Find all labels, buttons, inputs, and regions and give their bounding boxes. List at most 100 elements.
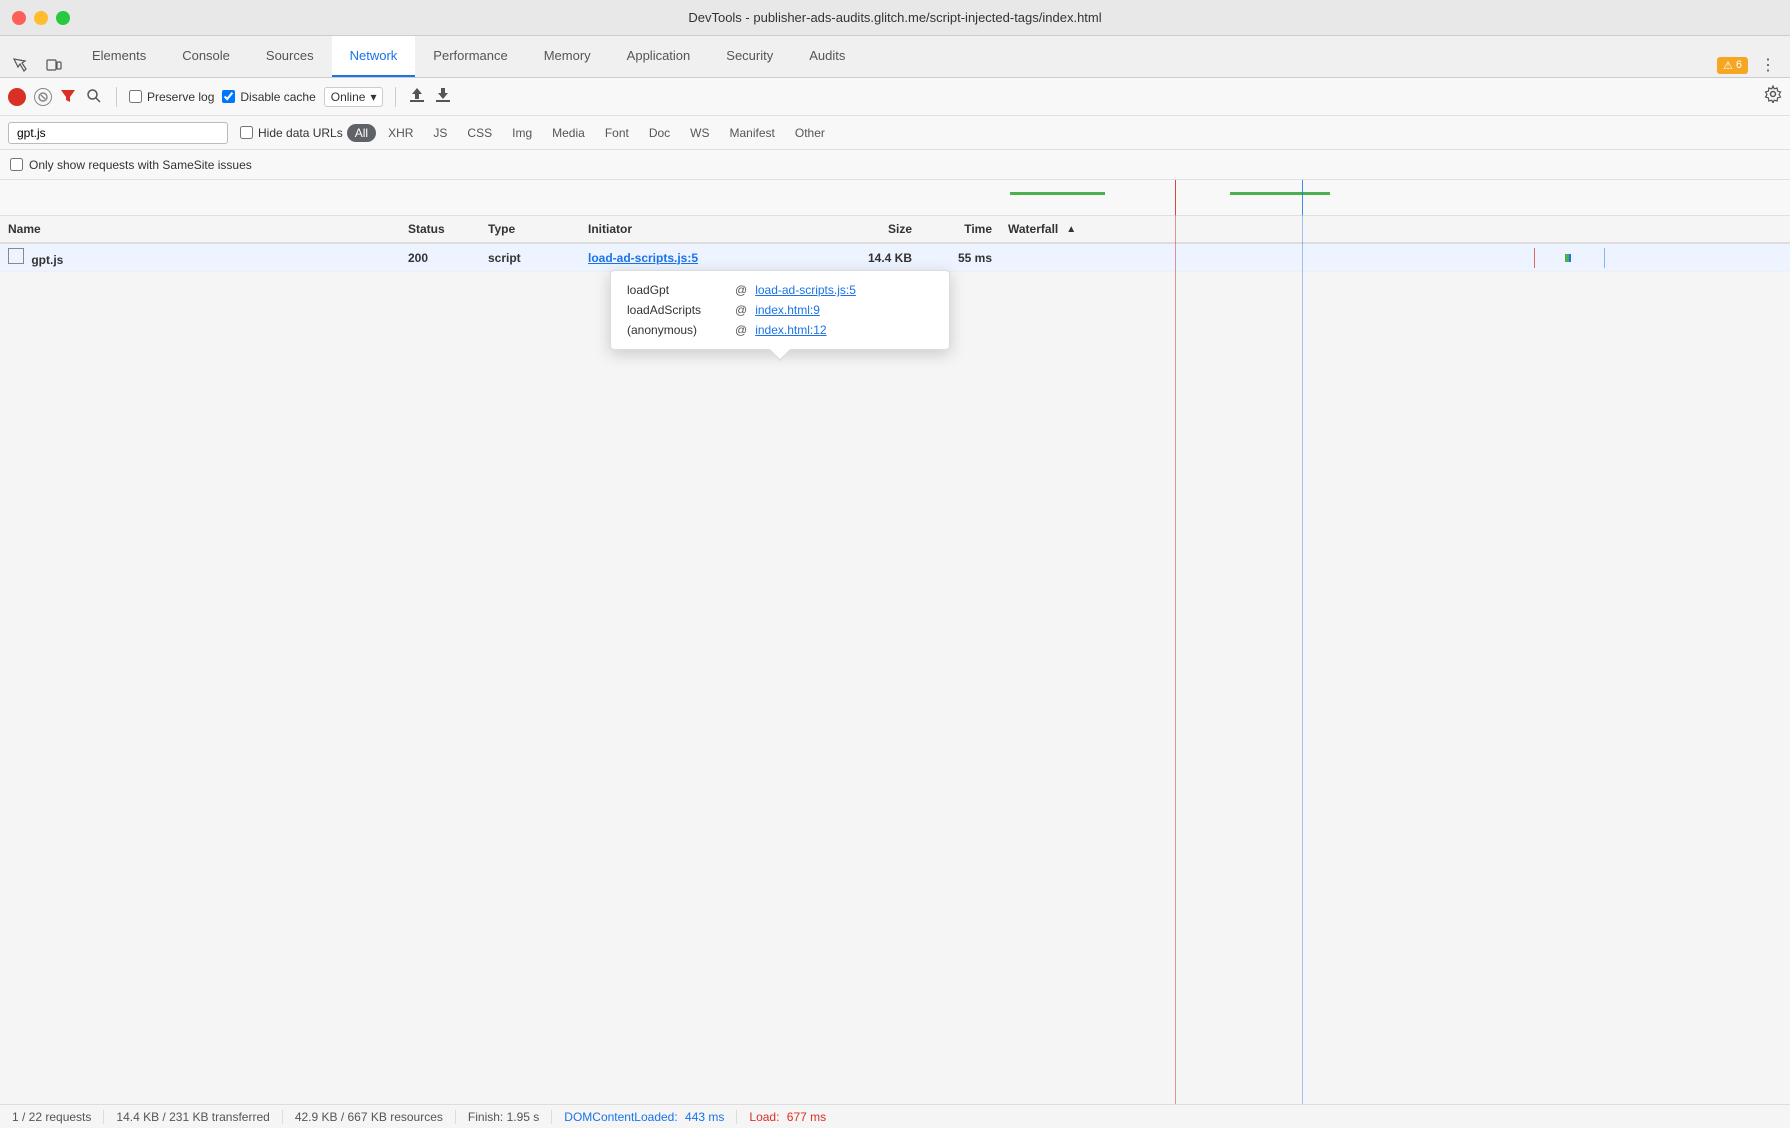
tab-performance[interactable]: Performance <box>415 36 525 77</box>
sort-asc-icon: ▲ <box>1066 224 1076 235</box>
filter-doc-button[interactable]: Doc <box>641 124 678 142</box>
warning-count: 6 <box>1736 59 1742 71</box>
samesite-row: Only show requests with SameSite issues <box>0 150 1790 180</box>
table-row[interactable]: gpt.js 200 script load-ad-scripts.js:5 1… <box>0 244 1790 272</box>
settings-icon[interactable] <box>1764 85 1782 108</box>
column-type[interactable]: Type <box>480 222 580 236</box>
column-name[interactable]: Name <box>0 222 400 236</box>
toolbar: Preserve log Disable cache Online ▾ <box>0 78 1790 116</box>
filter-img-button[interactable]: Img <box>504 124 540 142</box>
disable-cache-checkbox[interactable] <box>222 90 235 103</box>
requests-count: 1 / 22 requests <box>12 1110 104 1124</box>
tab-right-area: ⚠ 6 ⋮ <box>1717 53 1790 77</box>
popup-arrow <box>770 349 790 359</box>
callstack-at-0: @ <box>735 283 747 297</box>
tick-1400: 1400 ms <box>1498 215 1536 216</box>
filter-manifest-button[interactable]: Manifest <box>722 124 783 142</box>
tab-network[interactable]: Network <box>332 36 416 77</box>
divider <box>116 87 117 107</box>
statusbar: 1 / 22 requests 14.4 KB / 231 KB transfe… <box>0 1104 1790 1128</box>
callstack-at-1: @ <box>735 303 747 317</box>
filter-all-button[interactable]: All <box>347 124 376 142</box>
record-button[interactable] <box>8 88 26 106</box>
tick-600: 600 ms <box>1166 215 1199 216</box>
filter-row: Hide data URLs All XHR JS CSS Img Media … <box>0 116 1790 150</box>
chevron-down-icon: ▾ <box>370 90 376 104</box>
column-initiator[interactable]: Initiator <box>580 222 820 236</box>
callstack-entry-1: loadAdScripts @ index.html:9 <box>627 303 933 317</box>
network-throttle-select[interactable]: Online ▾ <box>324 87 384 107</box>
dom-loaded-line <box>1302 180 1303 1104</box>
callstack-func-1: loadAdScripts <box>627 303 727 317</box>
window-title: DevTools - publisher-ads-audits.glitch.m… <box>688 10 1101 25</box>
devtools-icons <box>0 53 74 77</box>
preserve-log-label[interactable]: Preserve log <box>129 90 214 104</box>
tick-400: 400 ms <box>1083 215 1116 216</box>
filter-ws-button[interactable]: WS <box>682 124 717 142</box>
tick-200: 200 ms <box>1000 215 1033 216</box>
export-icon[interactable] <box>434 86 452 107</box>
tab-elements[interactable]: Elements <box>74 36 164 77</box>
warning-badge[interactable]: ⚠ 6 <box>1717 57 1748 74</box>
device-icon[interactable] <box>42 53 66 77</box>
preserve-log-checkbox[interactable] <box>129 90 142 103</box>
hide-data-urls-label[interactable]: Hide data URLs <box>240 126 343 140</box>
maximize-button[interactable] <box>56 11 70 25</box>
load-status: Load: 677 ms <box>737 1110 838 1124</box>
filter-icon[interactable] <box>60 88 78 106</box>
filter-media-button[interactable]: Media <box>544 124 593 142</box>
cell-status: 200 <box>400 251 480 265</box>
hide-data-urls-checkbox[interactable] <box>240 126 253 139</box>
search-icon[interactable] <box>86 88 104 106</box>
minimize-button[interactable] <box>34 11 48 25</box>
stop-button[interactable] <box>34 88 52 106</box>
timeline-header: 200 ms 400 ms 600 ms 800 ms 1000 ms 1200… <box>0 180 1790 216</box>
column-waterfall[interactable]: Waterfall ▲ <box>1000 222 1790 236</box>
callstack-at-2: @ <box>735 323 747 337</box>
close-button[interactable] <box>12 11 26 25</box>
search-input[interactable] <box>8 122 228 144</box>
callstack-link-0[interactable]: load-ad-scripts.js:5 <box>755 283 856 297</box>
disable-cache-label[interactable]: Disable cache <box>222 90 315 104</box>
column-status[interactable]: Status <box>400 222 480 236</box>
callstack-func-2: (anonymous) <box>627 323 727 337</box>
tab-audits[interactable]: Audits <box>791 36 863 77</box>
callstack-popup: loadGpt @ load-ad-scripts.js:5 loadAdScr… <box>610 270 950 350</box>
transferred-size: 14.4 KB / 231 KB transferred <box>104 1110 282 1124</box>
load-line <box>1175 180 1176 1104</box>
titlebar: DevTools - publisher-ads-audits.glitch.m… <box>0 0 1790 36</box>
filter-js-button[interactable]: JS <box>425 124 455 142</box>
filter-font-button[interactable]: Font <box>597 124 637 142</box>
tabbar: Elements Console Sources Network Perform… <box>0 36 1790 78</box>
warning-icon: ⚠ <box>1723 59 1733 72</box>
main-content: 200 ms 400 ms 600 ms 800 ms 1000 ms 1200… <box>0 180 1790 1104</box>
cell-initiator: load-ad-scripts.js:5 <box>580 251 820 265</box>
tab-application[interactable]: Application <box>609 36 709 77</box>
tick-1200: 1200 ms <box>1415 215 1453 216</box>
import-icon[interactable] <box>408 86 426 107</box>
finish-time: Finish: 1.95 s <box>456 1110 552 1124</box>
divider2 <box>395 87 396 107</box>
callstack-func-0: loadGpt <box>627 283 727 297</box>
callstack-link-1[interactable]: index.html:9 <box>755 303 820 317</box>
callstack-entry-2: (anonymous) @ index.html:12 <box>627 323 933 337</box>
samesite-checkbox[interactable] <box>10 158 23 171</box>
cell-size: 14.4 KB <box>820 251 920 265</box>
column-time[interactable]: Time <box>920 222 1000 236</box>
tab-memory[interactable]: Memory <box>526 36 609 77</box>
filter-xhr-button[interactable]: XHR <box>380 124 421 142</box>
column-size[interactable]: Size <box>820 222 920 236</box>
tab-console[interactable]: Console <box>164 36 248 77</box>
callstack-link-2[interactable]: index.html:12 <box>755 323 826 337</box>
file-icon <box>8 248 24 264</box>
tick-800: 800 ms <box>1249 215 1282 216</box>
callstack-entry-0: loadGpt @ load-ad-scripts.js:5 <box>627 283 933 297</box>
table-header: Name Status Type Initiator Size Time Wat… <box>0 216 1790 244</box>
more-options-icon[interactable]: ⋮ <box>1756 53 1780 77</box>
filter-css-button[interactable]: CSS <box>459 124 500 142</box>
tab-security[interactable]: Security <box>708 36 791 77</box>
filter-other-button[interactable]: Other <box>787 124 833 142</box>
initiator-link[interactable]: load-ad-scripts.js:5 <box>588 251 698 265</box>
tab-sources[interactable]: Sources <box>248 36 332 77</box>
inspect-icon[interactable] <box>8 53 32 77</box>
